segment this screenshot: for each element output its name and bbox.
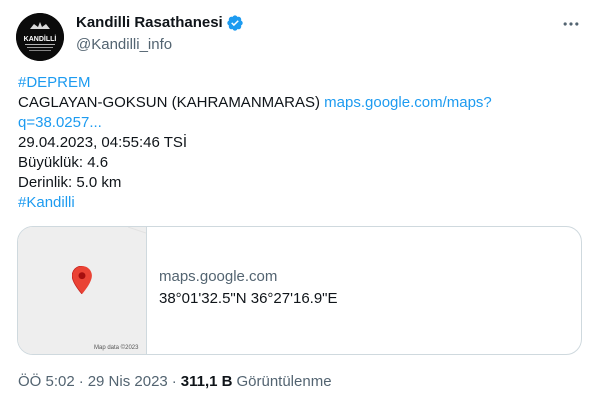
map-credit: Map data ©2023 (94, 345, 139, 351)
verified-badge-icon[interactable] (226, 14, 244, 32)
hashtag-deprem[interactable]: #DEPREM (18, 73, 580, 93)
location-text: CAGLAYAN-GOKSUN (KAHRAMANMARAS) (18, 94, 320, 111)
avatar-logo: KANDİLLİ (16, 13, 64, 61)
map-thumbnail[interactable]: Map data ©2023 (18, 227, 147, 354)
user-handle[interactable]: @Kandilli_info (76, 35, 244, 55)
datetime-text: 29.04.2023, 04:55:46 TSİ (18, 134, 188, 151)
map-link-continued[interactable]: q=38.0257... (18, 113, 580, 133)
tweet-meta: ÖÖ 5:02 · 29 Nis 2023 · 311,1 B Görüntül… (18, 372, 332, 392)
card-body[interactable]: maps.google.com 38°01'32.5"N 36°27'16.9"… (147, 227, 581, 354)
tweet-time[interactable]: ÖÖ 5:02 (18, 372, 75, 392)
avatar[interactable]: KANDİLLİ (16, 13, 64, 61)
card-coordinates: 38°01'32.5"N 36°27'16.9"E (159, 290, 338, 307)
name-row: Kandilli Rasathanesi (76, 13, 244, 33)
tweet-date[interactable]: 29 Nis 2023 (88, 372, 168, 392)
location-line: CAGLAYAN-GOKSUN (KAHRAMANMARAS) maps.goo… (18, 93, 580, 113)
views-label: Görüntülenme (236, 373, 332, 390)
meta-separator: · (78, 373, 84, 390)
hashtag-kandilli[interactable]: #Kandilli (18, 193, 580, 213)
link-preview-card[interactable]: Map data ©2023 maps.google.com 38°01'32.… (17, 226, 582, 355)
author-block: Kandilli Rasathanesi @Kandilli_info (76, 13, 244, 55)
more-options-icon[interactable] (560, 13, 582, 35)
tweet-text: #DEPREM CAGLAYAN-GOKSUN (KAHRAMANMARAS) … (18, 73, 580, 213)
views-count[interactable]: 311,1 B (181, 372, 233, 392)
meta-separator: · (171, 373, 177, 390)
card-domain: maps.google.com (159, 268, 278, 285)
magnitude-text: Büyüklük: 4.6 (18, 154, 109, 171)
display-name[interactable]: Kandilli Rasathanesi (76, 13, 223, 33)
map-link[interactable]: maps.google.com/maps? (324, 94, 492, 111)
avatar-title: KANDİLLİ (24, 35, 57, 43)
map-pin-icon (72, 266, 92, 294)
depth-text: Derinlik: 5.0 km (18, 174, 122, 191)
